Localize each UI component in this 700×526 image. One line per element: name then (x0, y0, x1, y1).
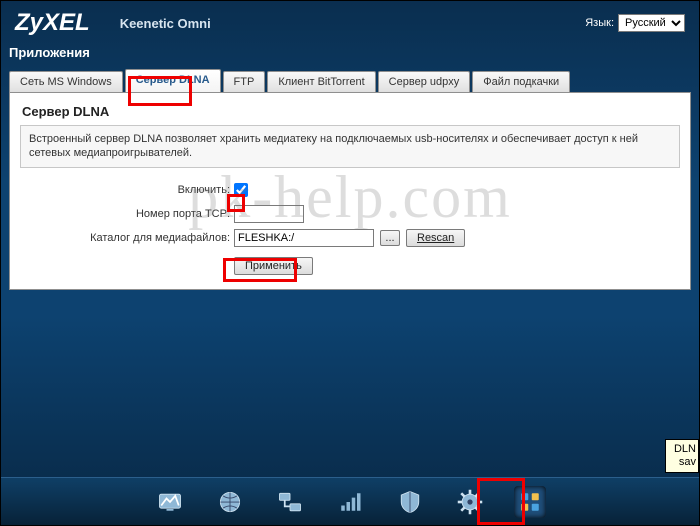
tab-udpxy[interactable]: Сервер udpxy (378, 71, 471, 92)
gear-icon[interactable] (454, 486, 486, 518)
globe-icon[interactable] (214, 486, 246, 518)
panel-title: Сервер DLNA (22, 104, 680, 119)
language-select[interactable]: Русский (618, 14, 685, 32)
bottom-nav (1, 477, 699, 525)
browse-button[interactable]: ... (380, 230, 400, 246)
apply-button[interactable]: Применить (234, 257, 313, 275)
port-input[interactable] (234, 205, 304, 223)
apps-icon[interactable] (514, 486, 546, 518)
rescan-button[interactable]: Rescan (406, 229, 465, 247)
brand-logo: ZyXEL (15, 9, 90, 37)
tabs-row: Сеть MS Windows Сервер DLNA FTP Клиент B… (1, 62, 699, 92)
enable-checkbox[interactable] (234, 183, 248, 197)
language-label: Язык: (585, 17, 614, 29)
section-title: Приложения (1, 45, 699, 62)
tab-bittorrent[interactable]: Клиент BitTorrent (267, 71, 375, 92)
network-icon[interactable] (274, 486, 306, 518)
tab-swap[interactable]: Файл подкачки (472, 71, 570, 92)
panel-description: Встроенный сервер DLNA позволяет хранить… (20, 125, 680, 168)
monitor-icon[interactable] (154, 486, 186, 518)
tab-ms-windows[interactable]: Сеть MS Windows (9, 71, 123, 92)
shield-icon[interactable] (394, 486, 426, 518)
port-label: Номер порта TCP: (20, 208, 234, 220)
enable-label: Включить: (20, 184, 234, 196)
panel-dlna: Сервер DLNA Встроенный сервер DLNA позво… (9, 92, 691, 290)
tab-dlna[interactable]: Сервер DLNA (125, 69, 221, 92)
tooltip: DLN sav (665, 439, 699, 473)
tooltip-line1: DLN (672, 443, 696, 456)
tab-ftp[interactable]: FTP (223, 71, 266, 92)
signal-icon[interactable] (334, 486, 366, 518)
product-name: Keenetic Omni (120, 16, 211, 31)
tooltip-line2: sav (672, 456, 696, 469)
dir-label: Каталог для медиафайлов: (20, 232, 234, 244)
dir-input[interactable] (234, 229, 374, 247)
